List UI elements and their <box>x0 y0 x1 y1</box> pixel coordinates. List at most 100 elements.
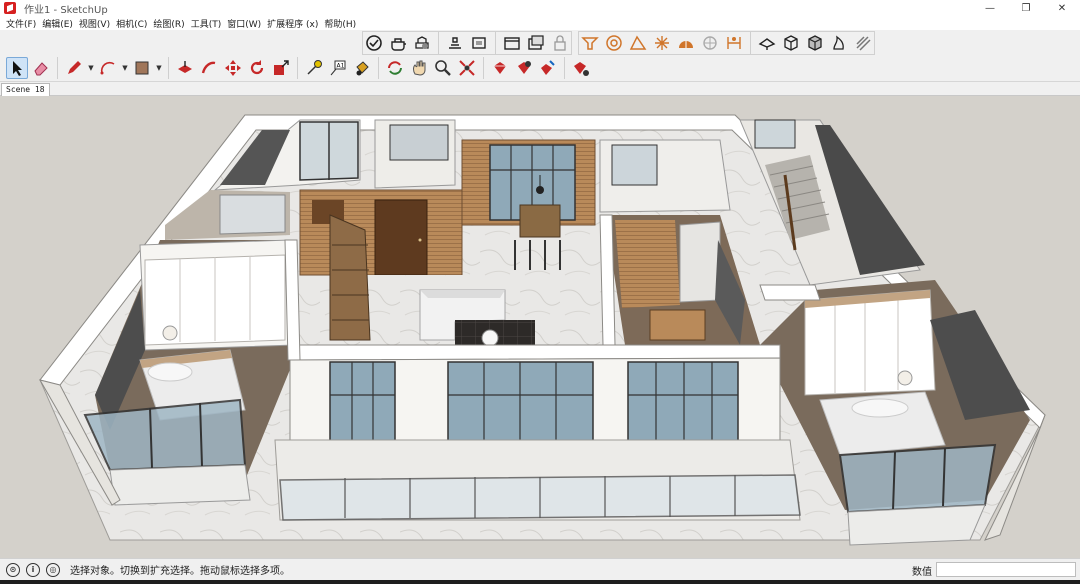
right-balcony <box>847 504 986 546</box>
pendant-light <box>536 186 544 194</box>
right-lamp <box>897 370 913 386</box>
minimize-button[interactable]: — <box>972 0 1008 16</box>
menu-tools[interactable]: 工具(T) <box>188 17 225 30</box>
dimension-icon[interactable] <box>723 32 745 54</box>
user-icon[interactable]: ◎ <box>46 562 60 577</box>
info-icon[interactable]: i <box>26 562 40 577</box>
geo-location-icon[interactable]: ⊙ <box>6 562 20 577</box>
upper-window <box>611 144 658 186</box>
scale-icon[interactable] <box>270 57 292 79</box>
menu-window[interactable]: 窗口(W) <box>224 17 264 30</box>
menu-draw[interactable]: 绘图(R) <box>150 17 187 30</box>
menu-edit[interactable]: 编辑(E) <box>39 17 76 30</box>
plugin-a-icon[interactable] <box>579 32 601 54</box>
top-view-icon[interactable] <box>468 32 490 54</box>
iso-view-icon[interactable] <box>444 32 466 54</box>
back-edges-icon[interactable] <box>387 32 409 54</box>
sketchup-logo-icon <box>4 2 16 14</box>
pan-icon[interactable] <box>408 57 430 79</box>
striped-icon[interactable] <box>852 32 874 54</box>
close-button[interactable]: ✕ <box>1044 0 1080 16</box>
styles-toolbar <box>362 31 572 55</box>
zoom-icon[interactable] <box>432 57 454 79</box>
maximize-button[interactable]: ❐ <box>1008 0 1044 16</box>
push-pull-icon[interactable] <box>174 57 196 79</box>
extensions-toolbar <box>578 31 875 55</box>
paint-icon[interactable] <box>131 57 153 79</box>
scene-tabs-bar: Scene 18 <box>0 82 1080 96</box>
bath-window <box>389 124 449 161</box>
orbit-icon[interactable] <box>384 57 406 79</box>
svg-text:A1: A1 <box>337 63 345 70</box>
zoom-extents-icon[interactable] <box>456 57 478 79</box>
partition-living-left <box>289 344 781 361</box>
ruby-d-icon[interactable] <box>570 57 592 79</box>
left-bed-pillow <box>147 362 193 382</box>
paint-bucket-icon[interactable] <box>351 57 373 79</box>
eraser-icon[interactable] <box>30 57 52 79</box>
dining-table <box>519 204 561 238</box>
toolbar-area: ▼ ▼ ▼ A1 <box>0 30 1080 82</box>
ruby-c-icon[interactable] <box>537 57 559 79</box>
taskbar-edge <box>0 580 1080 584</box>
pencil-icon[interactable] <box>63 57 85 79</box>
model-viewport[interactable] <box>0 96 1080 558</box>
left-lamp <box>162 325 178 341</box>
protractor-icon[interactable] <box>627 32 649 54</box>
study-desk <box>649 309 706 341</box>
menu-camera[interactable]: 相机(C) <box>113 17 150 30</box>
cube-solid-icon[interactable] <box>804 32 826 54</box>
tape-icon[interactable] <box>303 57 325 79</box>
window-title: 作业1 - SketchUp <box>24 4 108 16</box>
sun-icon[interactable] <box>651 32 673 54</box>
study-wood-wall <box>615 220 680 308</box>
menu-file[interactable]: 文件(F) <box>3 17 39 30</box>
text-icon[interactable]: A1 <box>327 57 349 79</box>
measurements-input[interactable] <box>936 562 1076 577</box>
tab-scene-18[interactable]: Scene 18 <box>1 83 50 96</box>
shape-dropdown-icon[interactable]: ▼ <box>155 57 163 79</box>
pencil-dropdown-icon[interactable]: ▼ <box>87 57 95 79</box>
wireframe-icon[interactable] <box>411 32 433 54</box>
arc-icon[interactable] <box>97 57 119 79</box>
study-window-wall <box>679 221 721 303</box>
plugin-b-icon[interactable] <box>603 32 625 54</box>
move-icon[interactable] <box>222 57 244 79</box>
bookshelf <box>329 214 371 341</box>
xray-icon[interactable] <box>363 32 385 54</box>
floorplan-model <box>38 114 1046 546</box>
flame-icon[interactable] <box>828 32 850 54</box>
ruby-b-icon[interactable] <box>513 57 535 79</box>
drawing-toolbar: ▼ ▼ ▼ A1 <box>6 57 592 79</box>
menu-view[interactable]: 视图(V) <box>76 17 113 30</box>
menu-bar: 文件(F) 编辑(E) 视图(V) 相机(C) 绘图(R) 工具(T) 窗口(W… <box>0 16 1080 30</box>
stair-window <box>754 119 796 149</box>
lock-icon[interactable] <box>549 32 571 54</box>
front-window-3 <box>627 361 739 443</box>
partition-vertical-left <box>284 239 301 361</box>
window-controls: — ❐ ✕ <box>972 0 1080 16</box>
ruby-a-icon[interactable] <box>489 57 511 79</box>
coffee-table <box>481 329 499 347</box>
left-balcony <box>109 464 251 506</box>
right-window <box>838 443 997 514</box>
status-bar: ⊙ i ◎ 选择对象。切换到扩充选择。拖动鼠标选择多项。 数值 <box>0 558 1080 580</box>
right-bed-pillow <box>851 398 909 418</box>
front-window-1 <box>329 361 396 443</box>
section-plane-icon[interactable] <box>501 32 523 54</box>
follow-me-icon[interactable] <box>198 57 220 79</box>
dome-icon[interactable] <box>675 32 697 54</box>
select-icon[interactable] <box>6 57 28 79</box>
partition-vertical-right <box>599 214 616 346</box>
menu-help[interactable]: 帮助(H) <box>321 17 359 30</box>
status-hint: 选择对象。切换到扩充选择。拖动鼠标选择多项。 <box>70 566 290 577</box>
arc-dropdown-icon[interactable]: ▼ <box>121 57 129 79</box>
measurements-label: 数值 <box>912 567 932 578</box>
title-bar: 作业1 - SketchUp — ❐ ✕ <box>0 0 1080 16</box>
sphere-icon[interactable] <box>699 32 721 54</box>
rotate-icon[interactable] <box>246 57 268 79</box>
cube-icon[interactable] <box>780 32 802 54</box>
section-cut-icon[interactable] <box>525 32 547 54</box>
menu-extensions[interactable]: 扩展程序 (x) <box>264 17 321 30</box>
camera-rig-icon[interactable] <box>756 32 778 54</box>
